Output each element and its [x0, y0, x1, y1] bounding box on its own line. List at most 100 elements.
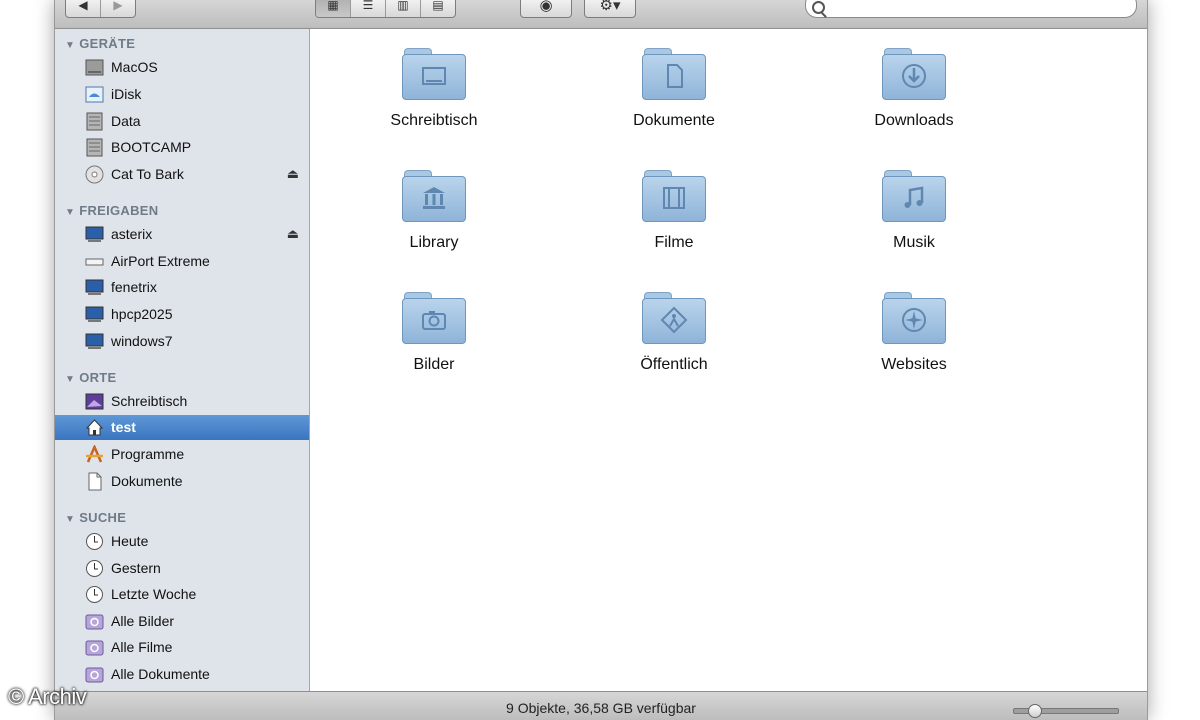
- column-view-icon: ▥: [397, 0, 409, 12]
- folder-item-oeffentlich[interactable]: Öffentlich: [574, 292, 774, 374]
- slider-knob[interactable]: [1028, 704, 1042, 718]
- computer-icon: [85, 306, 104, 322]
- desktop-folder-icon: [402, 48, 466, 102]
- finder-window: ◀ ▶ ▦ ☰ ▥ ▤ ◉ ⚙▾ ▼ GERÄTE MacOS iDisk Da…: [54, 0, 1148, 720]
- action-group: ⚙▾: [584, 0, 636, 18]
- view-switcher: ▦ ☰ ▥ ▤: [315, 0, 456, 18]
- list-view-button[interactable]: ☰: [351, 0, 386, 17]
- sidebar-item-programme[interactable]: Programme: [55, 442, 309, 467]
- icon-size-slider[interactable]: [1013, 704, 1119, 718]
- sidebar-item-gestern[interactable]: Gestern: [55, 556, 309, 581]
- airport-icon: [85, 258, 104, 266]
- sidebar: ▼ GERÄTE MacOS iDisk Data BOOTCAMP Cat To…: [55, 29, 310, 691]
- status-text: 9 Objekte, 36,58 GB verfügbar: [506, 700, 696, 716]
- action-menu-button[interactable]: ⚙▾: [585, 0, 635, 17]
- section-header-devices[interactable]: ▼ GERÄTE: [65, 36, 135, 51]
- sidebar-item-alle-dokumente[interactable]: Alle Dokumente: [55, 662, 309, 687]
- sidebar-item-fenetrix[interactable]: fenetrix: [55, 275, 309, 300]
- clock-icon: [86, 560, 103, 577]
- sidebar-item-asterix[interactable]: asterix ⏏: [55, 222, 309, 247]
- file-icon-grid: Schreibtisch Dokumente Downloads Library: [310, 29, 1147, 691]
- back-button[interactable]: ◀: [66, 0, 101, 17]
- sidebar-item-idisk[interactable]: iDisk: [55, 82, 309, 107]
- downloads-folder-icon: [882, 48, 946, 102]
- public-folder-icon: [642, 292, 706, 346]
- coverflow-view-icon: ▤: [432, 0, 444, 12]
- section-header-search[interactable]: ▼ SUCHE: [65, 510, 126, 525]
- column-view-button[interactable]: ▥: [386, 0, 421, 17]
- computer-icon: [85, 333, 104, 349]
- pictures-folder-icon: [402, 292, 466, 346]
- search-input[interactable]: [830, 0, 1124, 14]
- clock-icon: [86, 586, 103, 603]
- section-header-places[interactable]: ▼ ORTE: [65, 370, 117, 385]
- folder-item-dokumente[interactable]: Dokumente: [574, 48, 774, 130]
- sidebar-item-cat-to-bark[interactable]: Cat To Bark ⏏: [55, 162, 309, 187]
- search-icon: [812, 1, 825, 14]
- music-folder-icon: [882, 170, 946, 224]
- folder-item-schreibtisch[interactable]: Schreibtisch: [334, 48, 534, 130]
- folder-item-musik[interactable]: Musik: [814, 170, 1014, 252]
- desktop-icon: [85, 393, 104, 410]
- gear-icon: ⚙▾: [599, 0, 621, 14]
- library-folder-icon: [402, 170, 466, 224]
- applications-icon: [86, 445, 103, 463]
- sidebar-item-bootcamp[interactable]: BOOTCAMP: [55, 135, 309, 160]
- folder-item-library[interactable]: Library: [334, 170, 534, 252]
- quicklook-group: ◉: [520, 0, 572, 18]
- disclosure-triangle-icon: ▼: [65, 374, 76, 385]
- sidebar-item-alle-bilder[interactable]: Alle Bilder: [55, 609, 309, 634]
- documents-folder-icon: [642, 48, 706, 102]
- idisk-icon: [85, 86, 104, 103]
- sidebar-item-data[interactable]: Data: [55, 109, 309, 134]
- disclosure-triangle-icon: ▼: [65, 40, 76, 51]
- eject-icon[interactable]: ⏏: [287, 166, 299, 182]
- sidebar-item-airport-extreme[interactable]: AirPort Extreme: [55, 249, 309, 274]
- folder-item-filme[interactable]: Filme: [574, 170, 774, 252]
- sidebar-item-letzte-woche[interactable]: Letzte Woche: [55, 582, 309, 607]
- home-icon: [85, 419, 104, 436]
- arrow-left-icon: ◀: [78, 0, 88, 12]
- disclosure-triangle-icon: ▼: [65, 514, 76, 525]
- document-icon: [88, 472, 102, 491]
- hard-drive-icon: [85, 59, 104, 76]
- toolbar: ◀ ▶ ▦ ☰ ▥ ▤ ◉ ⚙▾: [55, 0, 1147, 29]
- sidebar-item-schreibtisch[interactable]: Schreibtisch: [55, 389, 309, 414]
- status-bar: 9 Objekte, 36,58 GB verfügbar: [55, 691, 1147, 720]
- smart-folder-icon: [85, 667, 104, 683]
- smart-folder-icon: [85, 640, 104, 656]
- hard-drive-icon: [86, 138, 103, 157]
- coverflow-view-button[interactable]: ▤: [421, 0, 455, 17]
- eye-icon: ◉: [539, 0, 553, 14]
- search-field[interactable]: [805, 0, 1137, 18]
- folder-item-bilder[interactable]: Bilder: [334, 292, 534, 374]
- cd-icon: [85, 165, 104, 184]
- icon-view-button[interactable]: ▦: [316, 0, 351, 17]
- sidebar-item-alle-filme[interactable]: Alle Filme: [55, 635, 309, 660]
- forward-button[interactable]: ▶: [101, 0, 135, 17]
- list-view-icon: ☰: [362, 0, 374, 12]
- arrow-right-icon: ▶: [113, 0, 123, 12]
- hard-drive-icon: [86, 112, 103, 131]
- clock-icon: [86, 533, 103, 550]
- watermark: © Archiv: [8, 684, 87, 709]
- folder-item-downloads[interactable]: Downloads: [814, 48, 1014, 130]
- nav-buttons: ◀ ▶: [65, 0, 136, 18]
- disclosure-triangle-icon: ▼: [65, 207, 76, 218]
- movies-folder-icon: [642, 170, 706, 224]
- sidebar-item-macos[interactable]: MacOS: [55, 55, 309, 80]
- computer-icon: [85, 226, 104, 242]
- sidebar-item-heute[interactable]: Heute: [55, 529, 309, 554]
- icon-view-icon: ▦: [327, 0, 339, 12]
- sidebar-item-test[interactable]: test: [55, 415, 309, 440]
- sites-folder-icon: [882, 292, 946, 346]
- sidebar-item-windows7[interactable]: windows7: [55, 329, 309, 354]
- eject-icon[interactable]: ⏏: [287, 226, 299, 242]
- section-header-shared[interactable]: ▼ FREIGABEN: [65, 203, 158, 218]
- folder-item-websites[interactable]: Websites: [814, 292, 1014, 374]
- sidebar-item-hpcp2025[interactable]: hpcp2025: [55, 302, 309, 327]
- sidebar-item-dokumente[interactable]: Dokumente: [55, 469, 309, 494]
- smart-folder-icon: [85, 614, 104, 630]
- quicklook-button[interactable]: ◉: [521, 0, 571, 17]
- computer-icon: [85, 279, 104, 295]
